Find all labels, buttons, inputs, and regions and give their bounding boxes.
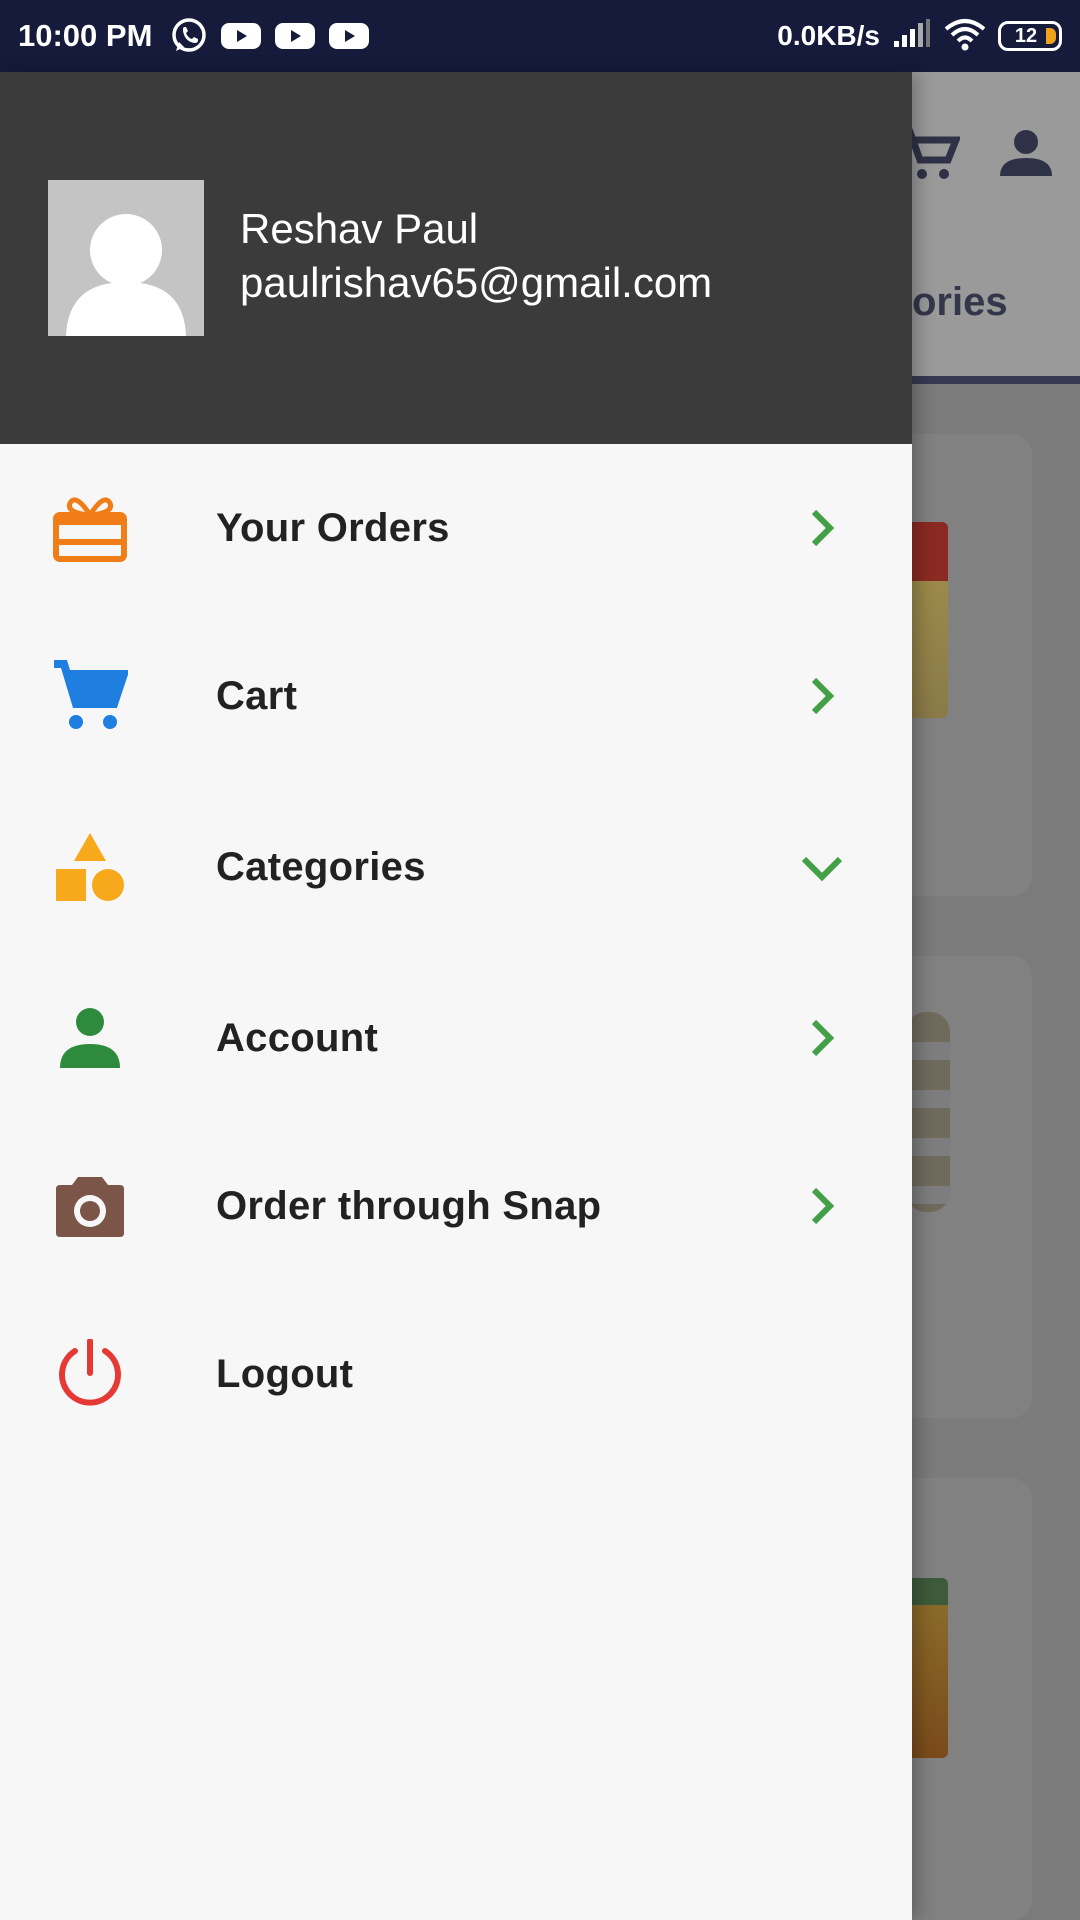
menu-label: Logout [216,1351,354,1396]
menu-label: Categories [216,844,426,889]
camera-icon [50,1166,130,1246]
product-image [906,1578,948,1758]
gift-box-icon [50,488,130,568]
status-time: 10:00 PM [18,18,153,53]
menu-item-account[interactable]: Account [0,978,912,1098]
youtube-icon [274,21,316,51]
shopping-cart-icon [50,656,130,736]
person-icon [50,998,130,1078]
menu-label: Cart [216,673,298,718]
menu-item-cart[interactable]: Cart [0,636,912,756]
signal-icon [892,18,932,54]
chevron-right-icon [800,1016,844,1060]
product-image [906,522,948,718]
drawer-header: Reshav Paul paulrishav65@gmail.com [0,72,912,444]
user-name: Reshav Paul [240,205,479,252]
menu-label: Your Orders [216,505,450,550]
battery-level: 12 [1014,24,1038,47]
menu-label: Account [216,1015,379,1060]
tab-indicator [900,376,1080,384]
whatsapp-icon [170,17,208,55]
navigation-drawer: Reshav Paul paulrishav65@gmail.com Your … [0,72,912,1920]
shapes-icon [50,827,130,907]
avatar[interactable] [48,180,204,336]
menu-item-categories[interactable]: Categories [0,807,912,927]
chevron-right-icon [800,506,844,550]
status-bar: 10:00 PM 0.0KB/s 12 [0,0,1080,72]
wifi-icon [944,17,986,56]
menu-item-logout[interactable]: Logout [0,1314,912,1434]
chevron-down-icon [800,845,844,889]
menu-label: Order through Snap [216,1183,602,1228]
power-icon [50,1334,130,1414]
youtube-icon [328,21,370,51]
menu-item-your-orders[interactable]: Your Orders [0,468,912,588]
user-email: paulrishav65@gmail.com [240,259,713,306]
menu-item-order-through-snap[interactable]: Order through Snap [0,1146,912,1266]
background-tab-label: ories [912,280,1008,324]
product-image [906,1012,950,1212]
network-speed: 0.0KB/s [777,20,880,51]
profile-icon [998,126,1054,187]
chevron-right-icon [800,674,844,718]
battery-icon: 12 [998,21,1062,51]
user-info: Reshav Paul paulrishav65@gmail.com [240,202,712,310]
chevron-right-icon [800,1184,844,1228]
youtube-icon [220,21,262,51]
